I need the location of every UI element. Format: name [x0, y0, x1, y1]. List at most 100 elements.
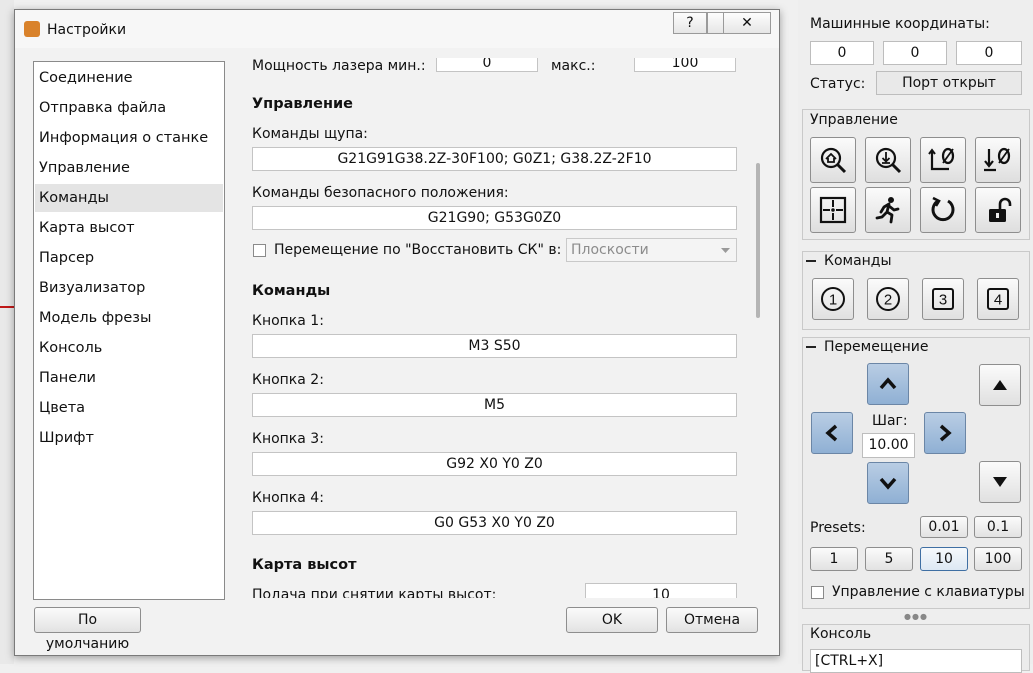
control-panel: Машинные координаты: 0 0 0 Статус: Порт … [798, 0, 1033, 673]
preset-0-1-button[interactable]: 0.1 [974, 516, 1022, 538]
circle-2-text: 2 [884, 292, 892, 309]
unlock-button[interactable] [975, 187, 1021, 233]
move-z-plus-button[interactable] [979, 364, 1021, 406]
red-marker [0, 306, 14, 308]
nav-item-9[interactable]: Консоль [35, 334, 223, 362]
keyboard-control-label: Управление с клавиатуры [832, 584, 1025, 600]
command-button-3-input[interactable]: G92 X0 Y0 Z0 [252, 452, 737, 476]
nav-item-4[interactable]: Команды [35, 184, 223, 212]
probe-commands-input[interactable]: G21G91G38.2Z-30F100; G0Z1; G38.2Z-2F10 [252, 147, 737, 171]
nav-item-7[interactable]: Визуализатор [35, 274, 223, 302]
status-label: Статус: [810, 76, 866, 92]
defaults-button[interactable]: По умолчанию [34, 607, 141, 652]
coord-z-field: 0 [956, 41, 1022, 65]
restore-move-checkbox[interactable] [253, 244, 266, 257]
nav-item-8[interactable]: Модель фрезы [35, 304, 223, 332]
nav-item-2[interactable]: Информация о станке [35, 124, 223, 152]
settings-content: Мощность лазера мин.: 0 макс.: 100 Управ… [237, 58, 757, 598]
restore-plane-select[interactable]: Плоскости [566, 238, 737, 262]
content-scrollbar[interactable] [756, 163, 760, 318]
step-label: Шаг: [872, 413, 908, 429]
probe-button[interactable] [865, 137, 911, 183]
movement-title: Перемещение [806, 339, 928, 355]
move-y-plus-button[interactable] [867, 363, 909, 405]
zero-xy-button[interactable] [920, 137, 966, 183]
laser-max-label: макс.: [551, 58, 596, 74]
keyboard-control-checkbox[interactable] [811, 586, 824, 599]
nav-item-3[interactable]: Управление [35, 154, 223, 182]
square-3-text: 3 [939, 292, 947, 309]
command-1-button[interactable]: 1 [812, 278, 854, 320]
nav-item-5[interactable]: Карта высот [35, 214, 223, 242]
circle-2-icon: 2 [876, 287, 900, 311]
nav-item-0[interactable]: Соединение [35, 64, 223, 92]
settings-dialog: Настройки ? ✕ Соединение Отправка файла Ин… [14, 9, 780, 656]
square-3-icon: 3 [932, 288, 954, 310]
left-edge [0, 0, 14, 664]
reset-icon [931, 196, 955, 222]
commands-title-text: Команды [824, 253, 892, 269]
preset-100-button[interactable]: 100 [974, 547, 1022, 571]
nav-item-11[interactable]: Цвета [35, 394, 223, 422]
chevron-right-icon [939, 424, 952, 442]
collapse-dash-icon [806, 346, 816, 348]
dialog-titlebar[interactable]: Настройки ? ✕ [15, 10, 779, 48]
reset-button[interactable] [920, 187, 966, 233]
unlock-icon [989, 197, 1012, 222]
command-3-button[interactable]: 3 [922, 278, 964, 320]
triangle-down-icon [993, 477, 1007, 487]
zero-z-icon [984, 147, 1011, 172]
circle-1-icon: 1 [821, 287, 845, 311]
command-4-button[interactable]: 4 [977, 278, 1019, 320]
command-button-4-label: Кнопка 4: [252, 490, 324, 506]
console-input[interactable]: [CTRL+X] [810, 649, 1022, 673]
restore-origin-button[interactable] [810, 187, 856, 233]
safe-position-button[interactable] [865, 187, 911, 233]
preset-10-button[interactable]: 10 [920, 547, 968, 571]
collapse-dash-icon [806, 260, 816, 262]
command-button-1-input[interactable]: M3 S50 [252, 334, 737, 358]
movement-title-text: Перемещение [824, 339, 929, 355]
command-2-button[interactable]: 2 [867, 278, 909, 320]
move-y-minus-button[interactable] [867, 462, 909, 504]
move-x-plus-button[interactable] [924, 412, 966, 454]
home-button[interactable] [810, 137, 856, 183]
heightmap-feed-input[interactable]: 10 [585, 583, 737, 598]
restore-plane-value: Плоскости [571, 242, 649, 258]
nav-item-10[interactable]: Панели [35, 364, 223, 392]
coord-y-field: 0 [883, 41, 947, 65]
laser-max-input[interactable]: 100 [634, 58, 736, 72]
preset-1-button[interactable]: 1 [810, 547, 858, 571]
step-field[interactable]: 10.00 [862, 433, 915, 458]
section-heightmap-heading: Карта высот [252, 557, 357, 573]
command-button-3-label: Кнопка 3: [252, 431, 324, 447]
close-button[interactable]: ✕ [723, 12, 771, 34]
control-title: Управление [810, 112, 898, 128]
command-button-2-label: Кнопка 2: [252, 372, 324, 388]
nav-item-12[interactable]: Шрифт [35, 424, 223, 452]
preset-5-button[interactable]: 5 [865, 547, 913, 571]
square-4-icon: 4 [987, 288, 1009, 310]
move-x-minus-button[interactable] [811, 412, 853, 454]
ok-button[interactable]: OK [566, 607, 658, 633]
splitter-handle[interactable]: ●●● [904, 612, 928, 621]
square-4-text: 4 [994, 292, 1002, 309]
nav-item-6[interactable]: Парсер [35, 244, 223, 272]
move-z-minus-button[interactable] [979, 461, 1021, 503]
probe-commands-label: Команды щупа: [252, 126, 368, 142]
running-man-icon [875, 197, 900, 224]
command-button-4-input[interactable]: G0 G53 X0 Y0 Z0 [252, 511, 737, 535]
nav-item-1[interactable]: Отправка файла [35, 94, 223, 122]
help-button[interactable]: ? [673, 12, 707, 34]
settings-nav-list: Соединение Отправка файла Информация о ста… [33, 61, 225, 600]
cancel-button[interactable]: Отмена [666, 607, 758, 633]
laser-min-input[interactable]: 0 [436, 58, 538, 72]
zero-z-button[interactable] [975, 137, 1021, 183]
chevron-up-icon [879, 377, 897, 390]
preset-0-01-button[interactable]: 0.01 [920, 516, 968, 538]
laser-min-label: Мощность лазера мин.: [252, 58, 426, 74]
safe-commands-input[interactable]: G21G90; G53G0Z0 [252, 206, 737, 230]
command-button-2-input[interactable]: M5 [252, 393, 737, 417]
section-commands-heading: Команды [252, 283, 331, 299]
probe-search-icon [875, 147, 902, 174]
